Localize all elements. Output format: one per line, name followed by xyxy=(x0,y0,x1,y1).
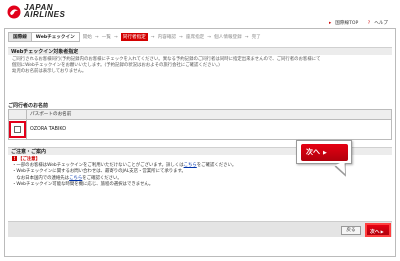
note-text: をご確認ください。 xyxy=(196,163,237,169)
note-text: なお日本国内での連絡先は xyxy=(12,175,70,181)
step-start: 開始 xyxy=(82,35,92,40)
companion-checkbox[interactable] xyxy=(14,126,21,133)
step-sep: → xyxy=(150,34,155,40)
step-confirm: 内容確認 xyxy=(157,35,177,40)
step-done: 完了 xyxy=(251,35,261,40)
link-help-label: ヘルプ xyxy=(374,21,388,26)
note-line: ・Webチェックイン可能な時間を機に応じ、旅程の選択はできません。 xyxy=(12,182,308,188)
brand-name: JAPAN AIRLINES xyxy=(24,4,66,19)
section-title: Webチェックイン対象者指定 xyxy=(8,47,392,55)
play-arrow-icon: ▶ xyxy=(380,229,384,234)
top-links: ▸ 国際線TOP ? ヘルプ xyxy=(321,20,388,26)
step-personal: 個人情報登録 xyxy=(214,35,242,40)
passport-name-header: パスポートのお名前 xyxy=(27,110,391,119)
step-sep: → xyxy=(113,34,118,40)
callout-label: 次へ xyxy=(306,148,320,156)
step-sep: → xyxy=(207,34,212,40)
tab-web-checkin: Webチェックイン xyxy=(31,32,80,42)
note-text: ・一部のお客様はWebチェックインをご利用いただけないことがございます。詳しくは xyxy=(12,163,184,169)
step-companion-current: 同行者指定 xyxy=(120,33,148,41)
link-intl-top-label: 国際線TOP xyxy=(335,21,359,26)
callout-next-button: 次へ ▶ xyxy=(301,144,348,161)
note-link-3[interactable]: こちら xyxy=(69,176,82,181)
notes-subtitle-label: 【ご注意】 xyxy=(18,157,40,162)
companion-checkbox-cell xyxy=(9,120,27,139)
site-header: JAPAN AIRLINES ▸ 国際線TOP ? ヘルプ xyxy=(0,0,400,26)
progress-steps: 国際線 Webチェックイン 開始 → 一覧 → 同行者指定 → 内容確認 → 座… xyxy=(8,32,261,42)
step-sep: → xyxy=(94,34,99,40)
note-link-1[interactable]: こちら xyxy=(184,163,197,168)
note-text: をご確認ください。 xyxy=(82,175,122,181)
note-text: ・Webチェックイン可能な時間を機に応じ、旅程の選択はできません。 xyxy=(12,181,154,187)
exclamation-icon: ! xyxy=(12,156,17,161)
tab-international: 国際線 xyxy=(8,32,32,42)
companion-table: パスポートのお名前 OZORA TABIKO xyxy=(8,109,392,140)
back-button[interactable]: 戻る xyxy=(341,226,361,235)
help-icon: ? xyxy=(367,21,371,26)
section-notice: ご同行されるお客様同行(予約記録内のお客様にチェックを入れてください。異なる予約… xyxy=(8,56,392,76)
step-list: 一覧 xyxy=(101,35,111,40)
link-help[interactable]: ? ヘルプ xyxy=(364,21,388,26)
step-sep: → xyxy=(244,34,249,40)
brand-line2: AIRLINES xyxy=(24,10,66,19)
checkbox-header xyxy=(9,110,27,119)
link-intl-top[interactable]: ▸ 国際線TOP xyxy=(325,21,358,26)
companion-title: ご同行者のお名前 xyxy=(8,103,49,109)
arrow-icon: ▸ xyxy=(328,21,332,26)
step-sep: → xyxy=(179,34,183,40)
next-button-label: 次へ xyxy=(370,230,380,235)
table-header-row: パスポートのお名前 xyxy=(9,110,391,119)
bottom-bar: 戻る 次へ▶ xyxy=(8,221,392,237)
note-text: ・Webチェックインに関するお問い合わせは、最寄りのJAL支店・営業所にて承りま… xyxy=(12,169,186,175)
notice-line: 幼児のお名前は表示しておりません。 xyxy=(12,69,87,74)
table-row: OZORA TABIKO xyxy=(9,119,391,139)
step-seat: 座席指定 xyxy=(185,35,205,40)
notes-body: ! 【ご注意】 ・一部のお客様はWebチェックインをご利用いただけないことがござい… xyxy=(8,156,308,188)
play-arrow-icon: ▶ xyxy=(323,150,327,156)
next-button[interactable]: 次へ▶ xyxy=(365,223,391,237)
jal-crane-logo-icon xyxy=(7,5,21,19)
companion-name: OZORA TABIKO xyxy=(30,127,66,132)
